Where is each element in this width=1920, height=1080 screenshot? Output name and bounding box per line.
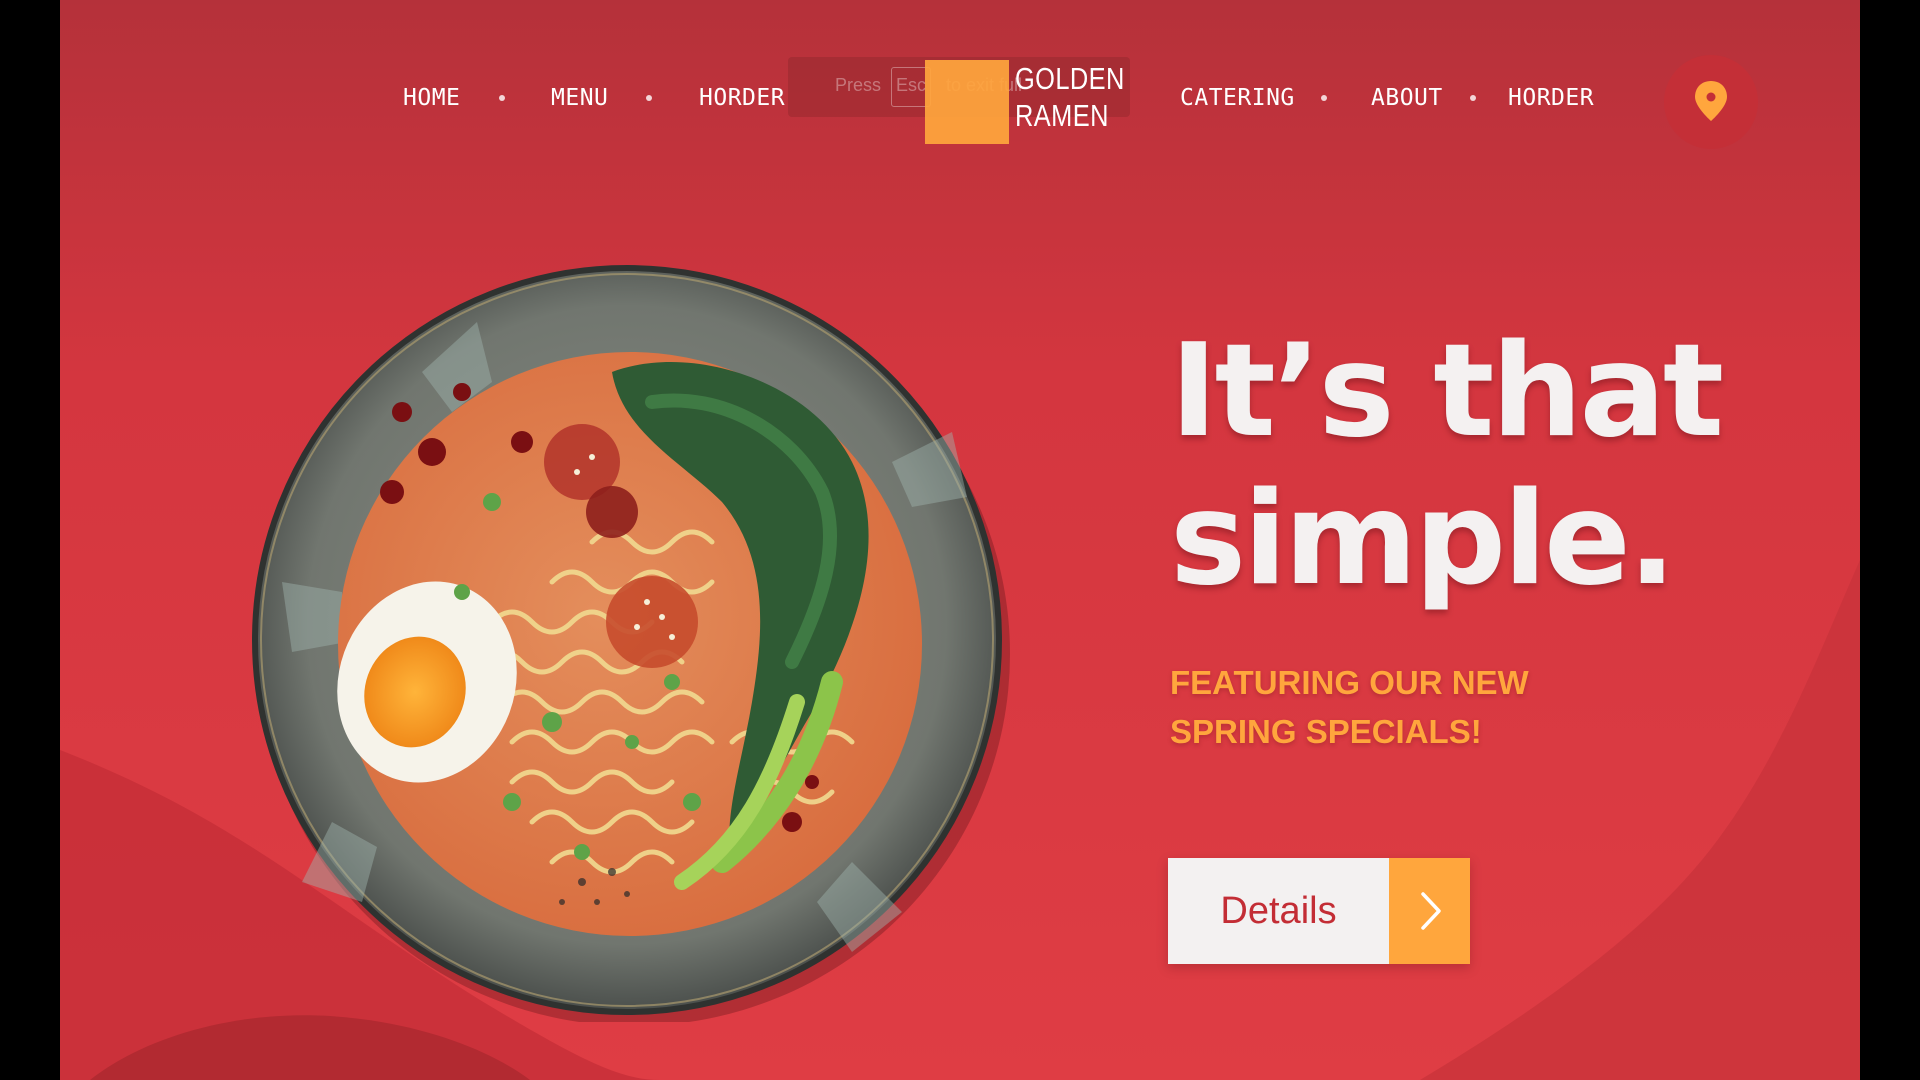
nav-separator-dot — [1470, 95, 1476, 101]
nav-link-menu[interactable]: MENU — [551, 80, 608, 116]
subheading-line-1: FEATURING OUR NEW — [1170, 664, 1529, 701]
logo-mark[interactable] — [925, 60, 1009, 144]
details-button-arrow[interactable] — [1389, 858, 1470, 964]
logo-wordmark[interactable]: GOLDEN RAMEN — [1015, 60, 1125, 134]
nav-link-about[interactable]: ABOUT — [1371, 80, 1443, 116]
subheading-line-2: SPRING SPECIALS! — [1170, 713, 1482, 750]
nav-separator-dot — [499, 95, 505, 101]
hero-subheading: FEATURING OUR NEW SPRING SPECIALS! — [1170, 658, 1650, 756]
nav-separator-dot — [1321, 95, 1327, 101]
fullscreen-hint-key: Esc — [896, 75, 927, 95]
details-button-label[interactable]: Details — [1168, 858, 1389, 964]
nav-link-horder[interactable]: HORDER — [699, 80, 785, 116]
hero-headline: It’s that simple. — [1170, 318, 1730, 614]
nav-separator-dot — [646, 95, 652, 101]
hero-section: HOME MENU HORDER CATERING ABOUT HORDER P… — [60, 0, 1860, 1080]
details-button[interactable]: Details — [1168, 858, 1470, 964]
chevron-right-icon — [1421, 892, 1441, 930]
nav-link-catering[interactable]: CATERING — [1180, 80, 1295, 116]
headline-line-2: simple. — [1170, 465, 1676, 614]
fullscreen-hint-press: Press — [835, 75, 882, 95]
nav-link-home[interactable]: HOME — [403, 80, 460, 116]
nav-link-horder-2[interactable]: HORDER — [1508, 80, 1594, 116]
location-button[interactable] — [1664, 55, 1758, 149]
map-pin-icon — [1695, 81, 1727, 121]
logo-line-2: RAMEN — [1015, 98, 1109, 133]
logo-line-1: GOLDEN — [1015, 61, 1125, 96]
headline-line-1: It’s that — [1170, 317, 1724, 466]
ramen-bowl-image — [252, 262, 1012, 1026]
browser-viewport: HOME MENU HORDER CATERING ABOUT HORDER P… — [0, 0, 1920, 1080]
